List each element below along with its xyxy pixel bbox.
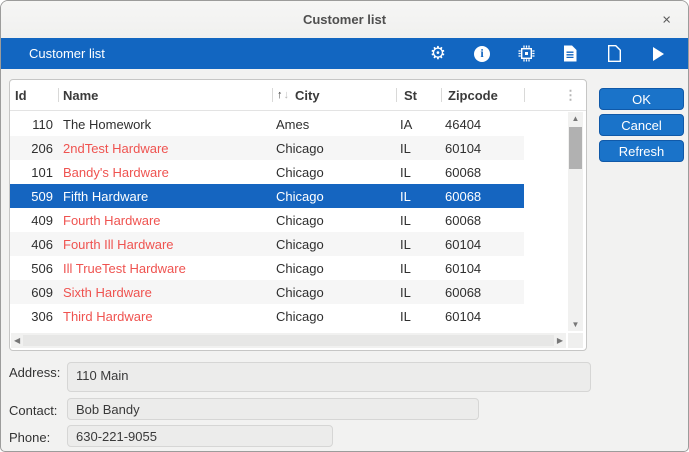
run-play-icon[interactable] [649, 45, 667, 63]
column-options-icon[interactable]: ⋮ [562, 87, 579, 104]
column-header-zipcode[interactable]: Zipcode [441, 80, 524, 110]
table-row-selected[interactable]: 509 Fifth Hardware Chicago IL 60068 [10, 184, 524, 208]
scrollbar-corner [568, 333, 583, 348]
table-row[interactable]: 101 Bandy's Hardware Chicago IL 60068 [10, 160, 524, 184]
vertical-scrollbar[interactable]: ▲ ▼ [568, 112, 583, 331]
column-header-filler [524, 80, 567, 110]
table-row[interactable]: 409 Fourth Hardware Chicago IL 60068 [10, 208, 524, 232]
table-row[interactable]: 506 Ill TrueTest Hardware Chicago IL 601… [10, 256, 524, 280]
horizontal-scrollbar-thumb[interactable] [23, 335, 554, 346]
settings-gear-icon[interactable]: ⚙ [429, 44, 447, 63]
phone-field[interactable] [67, 425, 333, 447]
sort-descending-icon: ↓ [283, 89, 290, 101]
contact-field[interactable] [67, 398, 479, 420]
horizontal-scrollbar[interactable]: ◀ ▶ [11, 333, 566, 348]
toolbar-title: Customer list [29, 46, 105, 61]
toolbar-icon-group: ⚙ i [429, 44, 667, 63]
table-body: 110 The Homework Ames IA 46404 206 2ndTe… [10, 112, 524, 328]
cancel-button[interactable]: Cancel [599, 114, 684, 136]
contact-label: Contact: [9, 403, 58, 418]
refresh-button[interactable]: Refresh [599, 140, 684, 162]
table-row[interactable]: 306 Third Hardware Chicago IL 60104 [10, 304, 524, 328]
scroll-left-icon[interactable]: ◀ [11, 336, 23, 345]
phone-label: Phone: [9, 430, 51, 445]
column-header-id[interactable]: Id [10, 80, 58, 110]
chip-icon[interactable] [517, 45, 535, 63]
window-titlebar: Customer list × [1, 1, 688, 38]
customer-table: Id Name ↑ ↓ City St Zipcode ⋮ 110 The Ho… [9, 79, 587, 351]
scroll-up-icon[interactable]: ▲ [568, 114, 583, 123]
document-text-icon[interactable] [561, 45, 579, 63]
column-header-name[interactable]: Name [58, 80, 272, 110]
window-title: Customer list [302, 12, 387, 27]
column-header-city[interactable]: ↑ ↓ City [272, 80, 396, 110]
ok-button[interactable]: OK [599, 88, 684, 110]
vertical-scrollbar-thumb[interactable] [569, 127, 582, 169]
scroll-down-icon[interactable]: ▼ [568, 320, 583, 329]
sort-ascending-icon: ↑ [277, 89, 283, 101]
table-row[interactable]: 206 2ndTest Hardware Chicago IL 60104 [10, 136, 524, 160]
column-header-st[interactable]: St [396, 80, 441, 110]
table-header: Id Name ↑ ↓ City St Zipcode ⋮ [10, 80, 586, 111]
info-icon[interactable]: i [473, 45, 491, 63]
toolbar: Customer list ⚙ i [1, 38, 688, 69]
dialog-button-group: OK Cancel Refresh [599, 88, 684, 162]
table-row[interactable]: 609 Sixth Hardware Chicago IL 60068 [10, 280, 524, 304]
table-row[interactable]: 406 Fourth Ill Hardware Chicago IL 60104 [10, 232, 524, 256]
scroll-right-icon[interactable]: ▶ [554, 336, 566, 345]
address-field[interactable]: 110 Main [67, 362, 591, 392]
customer-list-window: Customer list × Customer list ⚙ i Id Nam… [0, 0, 689, 452]
table-row[interactable]: 110 The Homework Ames IA 46404 [10, 112, 524, 136]
address-label: Address: [9, 365, 61, 380]
document-blank-icon[interactable] [605, 45, 623, 63]
close-icon[interactable]: × [658, 10, 675, 29]
